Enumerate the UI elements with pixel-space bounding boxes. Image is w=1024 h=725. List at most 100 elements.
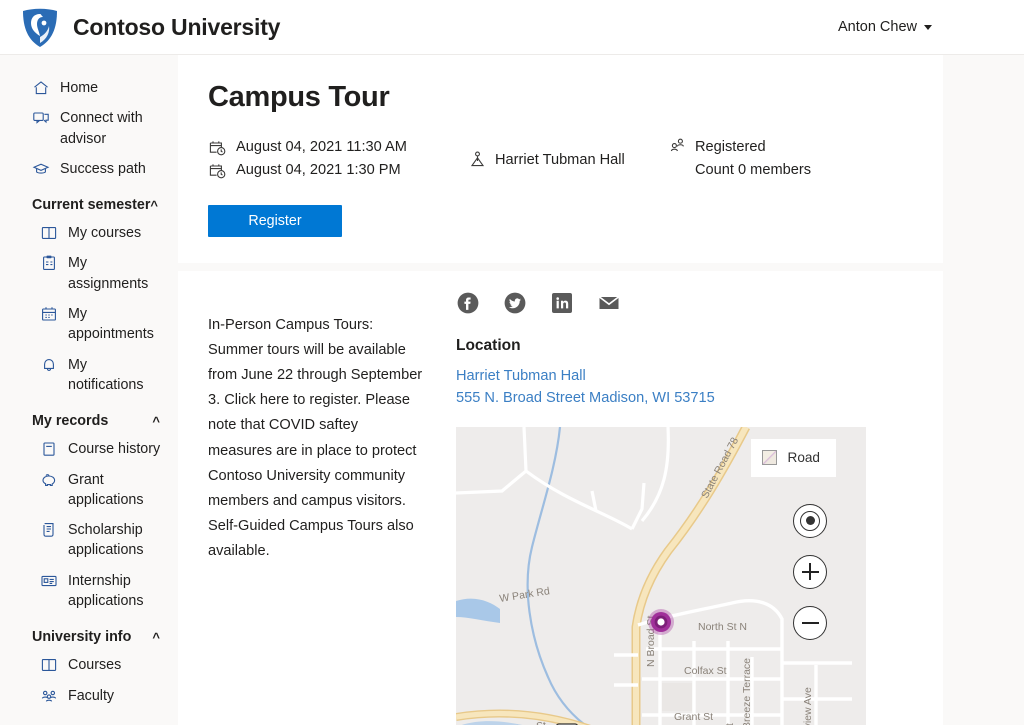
map-label: Grant St xyxy=(674,711,713,723)
chevron-up-icon: ^ xyxy=(150,199,158,212)
map-view-selector[interactable]: Road xyxy=(751,439,837,477)
event-registration-text: RegisteredCount 0 members xyxy=(695,136,811,181)
scroll-icon xyxy=(40,521,58,540)
sidebar-group-label: Current semester xyxy=(32,197,150,213)
sidebar-group-label: My records xyxy=(32,413,108,429)
plus-icon xyxy=(802,563,819,580)
sidebar-item-label: My assignments xyxy=(68,253,166,294)
brand-name: Contoso University xyxy=(73,14,280,41)
map-locate-button[interactable] xyxy=(793,504,827,538)
event-meta-row: August 04, 2021 11:30 AM August 04, 2021… xyxy=(208,136,913,182)
graduation-cap-icon xyxy=(32,160,50,179)
sidebar-item-my-courses[interactable]: My courses xyxy=(0,218,178,248)
calendar-clock-icon xyxy=(208,138,227,157)
user-name: Anton Chew xyxy=(838,19,917,35)
app-header: Contoso University Anton Chew xyxy=(0,0,1024,55)
map-label: Colfax St xyxy=(684,665,727,677)
map-view-label: Road xyxy=(788,450,821,465)
sidebar-item-label: Internship applications xyxy=(68,571,166,612)
clipboard-icon xyxy=(40,254,58,273)
event-end-date-text: August 04, 2021 1:30 PM xyxy=(236,159,401,182)
event-venue-text: Harriet Tubman Hall xyxy=(495,152,625,168)
minus-icon xyxy=(802,614,819,631)
sidebar-item-label: My courses xyxy=(68,223,141,243)
home-icon xyxy=(32,79,50,98)
sidebar-item-label: Scholarship applications xyxy=(68,520,166,561)
chevron-up-icon: ^ xyxy=(152,631,160,644)
sidebar-item-scholarship-applications[interactable]: Scholarship applications xyxy=(0,515,178,566)
sidebar-item-my-appointments[interactable]: My appointments xyxy=(0,299,178,350)
map-layer-icon xyxy=(762,450,777,465)
people-icon xyxy=(40,687,58,706)
brand[interactable]: Contoso University xyxy=(20,6,280,48)
sidebar-item-connect-with-advisor[interactable]: Connect with advisor xyxy=(0,103,178,154)
email-icon[interactable] xyxy=(597,291,621,315)
location-address-link[interactable]: 555 N. Broad Street Madison, WI 53715 xyxy=(448,388,943,410)
event-description-column: In-Person Campus Tours: Summer tours wil… xyxy=(178,271,448,725)
event-dates: August 04, 2021 11:30 AM August 04, 2021… xyxy=(208,136,468,182)
sidebar-group-university-info[interactable]: University info ^ xyxy=(0,616,178,650)
linkedin-icon[interactable] xyxy=(550,291,574,315)
page-scrollbar[interactable] xyxy=(1009,55,1024,725)
sidebar-item-home[interactable]: Home xyxy=(0,73,178,103)
podium-icon xyxy=(468,150,487,169)
sidebar-item-label: Courses xyxy=(68,655,121,675)
bell-icon xyxy=(40,356,58,375)
chat-bubbles-icon xyxy=(32,109,50,128)
event-venue: Harriet Tubman Hall xyxy=(468,136,668,169)
event-header-card: Campus Tour August 04, 2021 11:30 AM xyxy=(178,55,943,263)
twitter-icon[interactable] xyxy=(503,291,527,315)
chevron-up-icon: ^ xyxy=(152,415,160,428)
map-label: Breeze Terrace xyxy=(741,658,753,725)
sidebar-item-courses[interactable]: Courses xyxy=(0,650,178,680)
app-shell: Home Connect with advisor Success path xyxy=(0,55,1024,725)
registered-count: Count 0 members xyxy=(695,162,811,178)
sidebar-group-my-records[interactable]: My records ^ xyxy=(0,400,178,434)
location-heading: Location xyxy=(448,329,943,366)
section-divider xyxy=(178,263,1024,271)
map-label: North St N xyxy=(698,621,747,633)
sidebar-item-internship-applications[interactable]: Internship applications xyxy=(0,566,178,617)
sidebar-item-course-history[interactable]: Course history xyxy=(0,434,178,464)
sidebar-item-faculty[interactable]: Faculty xyxy=(0,681,178,711)
sidebar-item-my-notifications[interactable]: My notifications xyxy=(0,350,178,401)
piggy-bank-icon xyxy=(40,471,58,490)
sidebar-item-label: My notifications xyxy=(68,355,166,396)
book-icon xyxy=(40,224,58,243)
event-description: In-Person Campus Tours: Summer tours wil… xyxy=(208,313,424,564)
event-registration-count: RegisteredCount 0 members xyxy=(668,136,811,181)
sidebar: Home Connect with advisor Success path xyxy=(0,55,178,725)
sidebar-item-my-assignments[interactable]: My assignments xyxy=(0,248,178,299)
people-icon xyxy=(668,136,687,155)
sidebar-item-grant-applications[interactable]: Grant applications xyxy=(0,465,178,516)
map-label: N Fairview Ave xyxy=(802,687,814,725)
location-venue-link[interactable]: Harriet Tubman Hall xyxy=(448,366,943,388)
sidebar-item-label: Success path xyxy=(60,159,146,179)
register-button[interactable]: Register xyxy=(208,205,342,237)
map-zoom-in-button[interactable] xyxy=(793,555,827,589)
locate-target-icon xyxy=(800,511,820,531)
location-pin-icon xyxy=(648,609,674,635)
event-end-date: August 04, 2021 1:30 PM xyxy=(208,159,468,182)
sidebar-item-label: Home xyxy=(60,78,98,98)
main-content: Campus Tour August 04, 2021 11:30 AM xyxy=(178,55,1024,725)
sidebar-item-label: Grant applications xyxy=(68,470,166,511)
user-menu[interactable]: Anton Chew xyxy=(838,19,1002,35)
event-start-date: August 04, 2021 11:30 AM xyxy=(208,136,468,159)
event-start-date-text: August 04, 2021 11:30 AM xyxy=(236,136,407,159)
location-map[interactable]: State Road 78 W Park Rd N Broad St North… xyxy=(456,427,866,725)
page-title: Campus Tour xyxy=(208,81,913,114)
sidebar-group-current-semester[interactable]: Current semester ^ xyxy=(0,184,178,218)
facebook-icon[interactable] xyxy=(456,291,480,315)
shield-wolf-logo xyxy=(20,6,60,48)
book-icon xyxy=(40,656,58,675)
calendar-icon xyxy=(40,305,58,324)
map-zoom-out-button[interactable] xyxy=(793,606,827,640)
sidebar-item-label: My appointments xyxy=(68,304,166,345)
sidebar-item-label: Faculty xyxy=(68,686,114,706)
id-card-icon xyxy=(40,572,58,591)
sidebar-item-success-path[interactable]: Success path xyxy=(0,154,178,184)
book-closed-icon xyxy=(40,440,58,459)
event-detail-card: In-Person Campus Tours: Summer tours wil… xyxy=(178,271,943,725)
event-side-column: Location Harriet Tubman Hall 555 N. Broa… xyxy=(448,271,943,725)
